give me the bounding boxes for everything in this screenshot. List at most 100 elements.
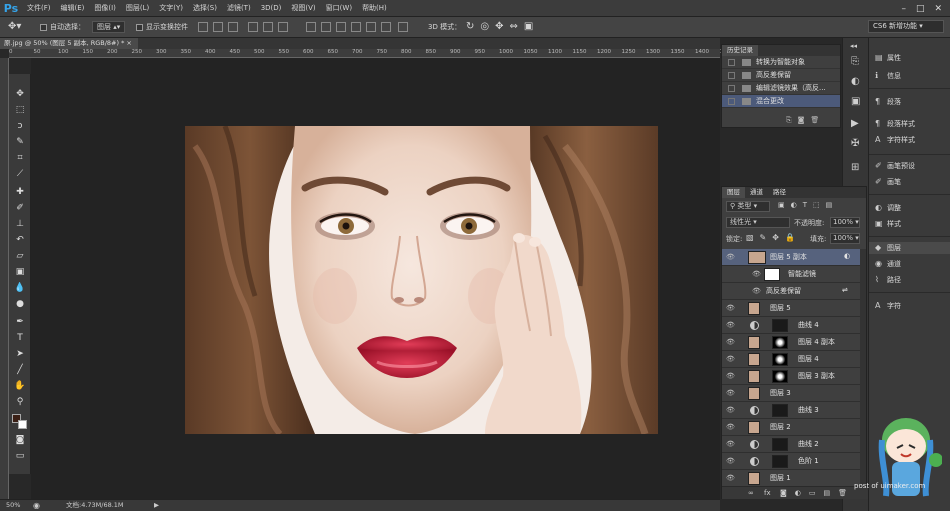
layer-row[interactable]: 👁 图层 3 副本 xyxy=(722,368,860,385)
layer-thumbnail[interactable] xyxy=(748,472,760,485)
menu-select[interactable]: 选择(S) xyxy=(188,0,222,17)
auto-align-icon[interactable] xyxy=(398,22,408,32)
right-panel-item[interactable]: ◉ 通道 xyxy=(875,258,901,270)
layer-row[interactable]: 👁 ⇌ 高反差保留 xyxy=(722,283,860,300)
visibility-eye-icon[interactable]: 👁 xyxy=(726,457,735,466)
fill-field[interactable]: 100% ▾ xyxy=(830,233,860,244)
history-dock-icon[interactable]: ⎘ xyxy=(851,56,859,67)
layer-mask-thumbnail[interactable] xyxy=(772,455,788,468)
layer-name[interactable]: 图层 3 xyxy=(770,385,791,402)
distribute-vcenter-icon[interactable] xyxy=(321,22,331,32)
workspace-dropdown[interactable]: CS6 新增功能 ▾ xyxy=(868,20,944,33)
layer-row[interactable]: 👁 曲线 2 xyxy=(722,436,860,453)
layer-thumbnail[interactable] xyxy=(748,353,760,366)
layer-comps-dock-icon[interactable]: ▣ xyxy=(851,96,860,107)
actions-dock-icon[interactable]: ▶ xyxy=(851,118,859,129)
channels-tab[interactable]: 通道 xyxy=(745,187,768,198)
history-footer-icons[interactable]: ⎘◙🗑 xyxy=(786,116,825,125)
show-transform-checkbox[interactable]: 显示变换控件 xyxy=(136,20,188,34)
history-item[interactable]: 混合更改 xyxy=(722,95,840,108)
layer-name[interactable]: 曲线 4 xyxy=(798,317,819,334)
screen-mode-icon[interactable]: ▭ xyxy=(13,450,27,462)
right-panel-item[interactable]: A 字符 xyxy=(875,300,901,312)
layer-actions-icons[interactable]: ◙◐▭▤🗑 xyxy=(780,487,855,499)
visibility-eye-icon[interactable]: 👁 xyxy=(726,406,735,415)
visibility-eye-icon[interactable]: 👁 xyxy=(726,338,735,347)
layer-name[interactable]: 智能滤镜 xyxy=(788,266,816,283)
layer-row[interactable]: 👁 图层 3 xyxy=(722,385,860,402)
layer-thumbnail[interactable] xyxy=(748,370,760,383)
menu-window[interactable]: 窗口(W) xyxy=(321,0,357,17)
brush-tool-icon[interactable]: ✐ xyxy=(13,202,27,214)
background-color-swatch[interactable] xyxy=(18,420,27,429)
zoom-tool-icon[interactable]: ⚲ xyxy=(13,396,27,408)
type-tool-icon[interactable]: T xyxy=(13,332,27,344)
layer-filter-icons[interactable]: ▣◐T⬚▤ xyxy=(778,201,838,209)
line-tool-icon[interactable]: ╱ xyxy=(13,364,27,376)
layer-mask-thumbnail[interactable] xyxy=(772,336,788,349)
visibility-eye-icon[interactable]: 👁 xyxy=(752,270,761,279)
menu-help[interactable]: 帮助(H) xyxy=(357,0,392,17)
layers-tab[interactable]: 图层 xyxy=(722,187,745,198)
portrait-photo[interactable] xyxy=(185,126,658,434)
layer-name[interactable]: 图层 3 副本 xyxy=(798,368,835,385)
layer-name[interactable]: 图层 5 副本 xyxy=(770,249,807,266)
visibility-eye-icon[interactable]: 👁 xyxy=(752,287,761,296)
layer-row[interactable]: 👁 图层 4 副本 xyxy=(722,334,860,351)
layer-name[interactable]: 曲线 3 xyxy=(798,402,819,419)
minimize-button[interactable]: – xyxy=(901,4,906,14)
menu-3d[interactable]: 3D(D) xyxy=(256,0,287,17)
link-layers-icon[interactable]: ∞ xyxy=(748,487,754,499)
layer-name[interactable]: 色阶 1 xyxy=(798,453,819,470)
right-panel-item[interactable]: ▤ 属性 xyxy=(875,52,901,64)
layer-name[interactable]: 图层 1 xyxy=(770,470,791,485)
layer-thumbnail[interactable] xyxy=(748,302,760,315)
right-panel-item[interactable]: A 字符样式 xyxy=(875,134,915,146)
menu-file[interactable]: 文件(F) xyxy=(22,0,56,17)
layer-row[interactable]: 👁 图层 4 xyxy=(722,351,860,368)
filter-options-icon[interactable]: ⇌ xyxy=(842,286,848,294)
history-source-box[interactable] xyxy=(728,59,735,66)
distribute-top-icon[interactable] xyxy=(306,22,316,32)
document-close-icon[interactable]: × xyxy=(126,39,131,47)
hand-tool-icon[interactable]: ✋ xyxy=(13,380,27,392)
layer-name[interactable]: 图层 5 xyxy=(770,300,791,317)
visibility-eye-icon[interactable]: 👁 xyxy=(726,253,735,262)
status-info-icon[interactable]: ◉ xyxy=(33,500,40,511)
align-bottom-icon[interactable] xyxy=(228,22,238,32)
measurement-dock-icon[interactable]: ⊞ xyxy=(851,162,859,173)
layers-scrollbar[interactable] xyxy=(860,249,866,485)
blend-mode-dropdown[interactable]: 线性光 ▾ xyxy=(726,217,790,228)
layer-mask-thumbnail[interactable] xyxy=(772,438,788,451)
align-right-icon[interactable] xyxy=(278,22,288,32)
gradient-tool-icon[interactable]: ▣ xyxy=(13,266,27,278)
layer-name[interactable]: 图层 4 xyxy=(798,351,819,368)
distribute-right-icon[interactable] xyxy=(381,22,391,32)
lasso-tool-icon[interactable]: ↄ xyxy=(13,120,27,132)
layer-mask-thumbnail[interactable] xyxy=(772,353,788,366)
healing-brush-tool-icon[interactable]: ✚ xyxy=(13,186,27,198)
maximize-button[interactable]: □ xyxy=(916,4,925,14)
menu-type[interactable]: 文字(Y) xyxy=(154,0,188,17)
eyedropper-tool-icon[interactable]: ⟋ xyxy=(13,168,27,180)
layer-name[interactable]: 图层 4 副本 xyxy=(798,334,835,351)
right-panel-item[interactable]: ℹ 信息 xyxy=(875,70,901,82)
visibility-eye-icon[interactable]: 👁 xyxy=(726,355,735,364)
layer-name[interactable]: 图层 2 xyxy=(770,419,791,436)
menu-view[interactable]: 视图(V) xyxy=(286,0,320,17)
filter-mask-thumbnail[interactable] xyxy=(764,268,780,281)
visibility-eye-icon[interactable]: 👁 xyxy=(726,423,735,432)
layer-name[interactable]: 曲线 2 xyxy=(798,436,819,453)
visibility-eye-icon[interactable]: 👁 xyxy=(726,389,735,398)
history-source-box[interactable] xyxy=(728,85,735,92)
move-tool-icon[interactable]: ✥ xyxy=(13,88,27,100)
right-panel-item[interactable]: ▣ 样式 xyxy=(875,218,901,230)
layer-row[interactable]: 👁 曲线 4 xyxy=(722,317,860,334)
layer-row[interactable]: 👁 色阶 1 xyxy=(722,453,860,470)
history-item[interactable]: 高反差保留 xyxy=(722,69,840,82)
layer-style-icon[interactable]: fx xyxy=(764,487,771,499)
paths-tab[interactable]: 路径 xyxy=(768,187,791,198)
status-menu-arrow-icon[interactable]: ▶ xyxy=(154,500,159,511)
quick-select-tool-icon[interactable]: ✎ xyxy=(13,136,27,148)
layer-filter-dropdown[interactable]: ⚲ 类型 ▾ xyxy=(726,201,770,212)
